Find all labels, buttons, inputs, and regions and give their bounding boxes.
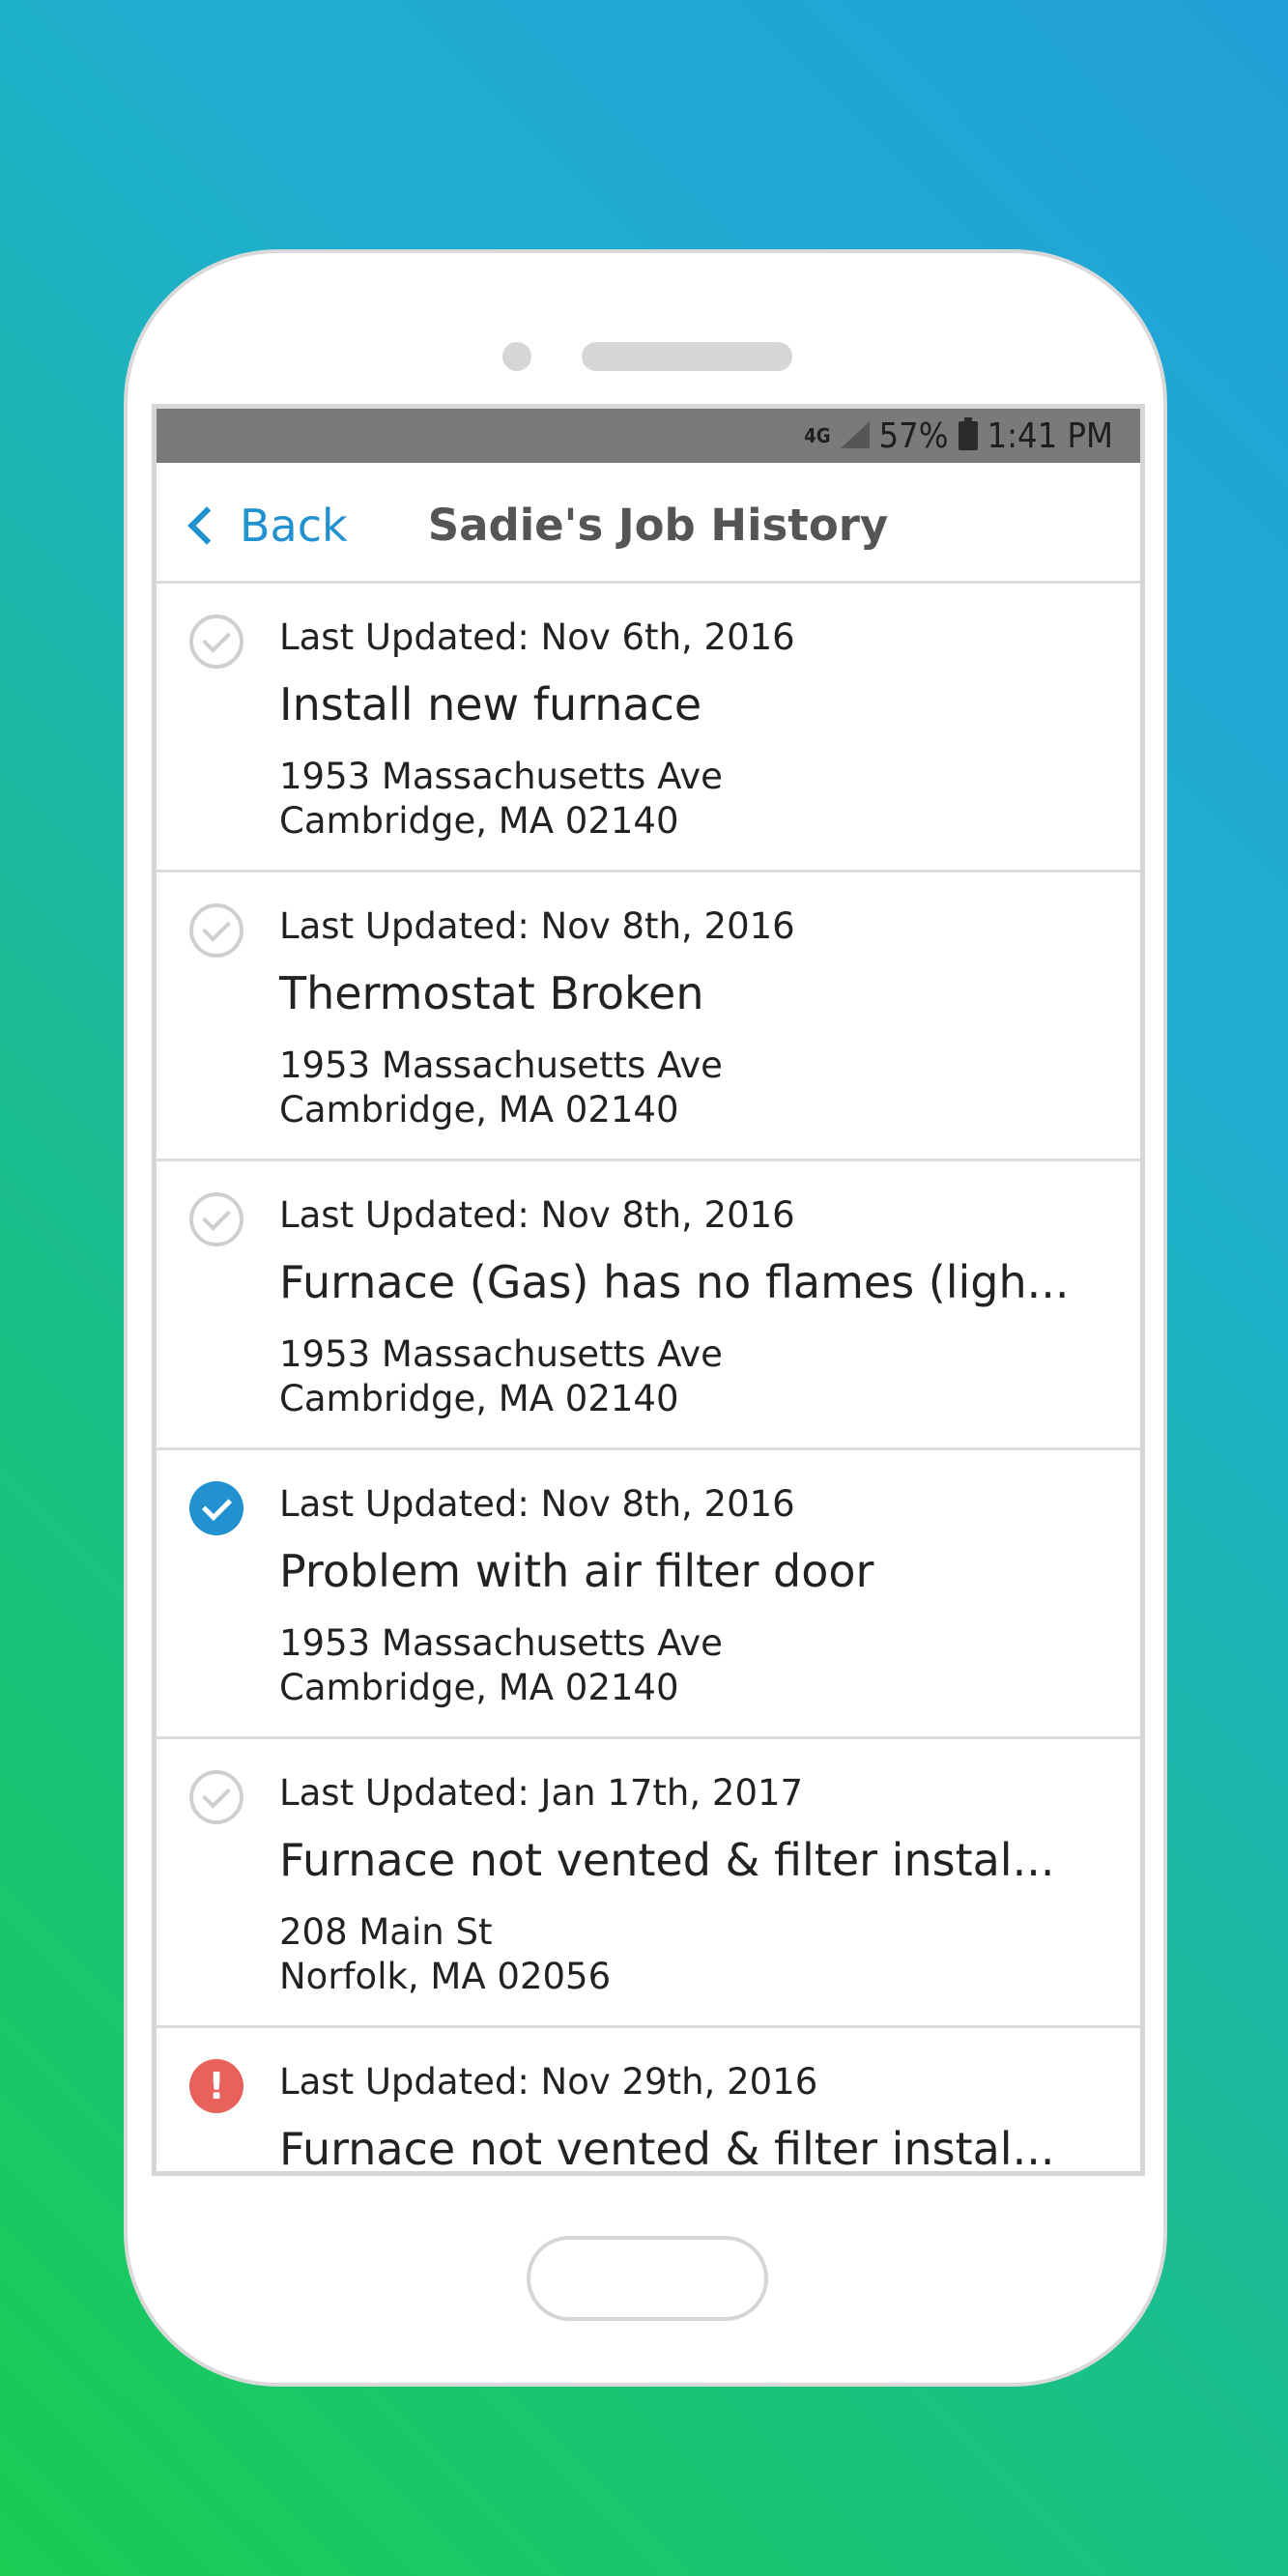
job-address-line2: Cambridge, MA 02140 — [279, 1378, 679, 1419]
earpiece-speaker — [582, 342, 792, 371]
clock: 1:41 PM — [987, 415, 1113, 456]
job-address-line1: 1953 Massachusetts Ave — [279, 1333, 723, 1375]
check-circle-outline-icon — [189, 1770, 243, 1824]
network-indicator: 4G — [804, 424, 831, 447]
job-updated: Last Updated: Jan 17th, 2017 — [279, 1772, 804, 1814]
front-camera — [502, 342, 531, 371]
job-title: Furnace (Gas) has no flames (ligh... — [279, 1256, 1070, 1308]
job-updated: Last Updated: Nov 29th, 2016 — [279, 2061, 818, 2103]
check-circle-outline-icon — [189, 1192, 243, 1246]
job-updated: Last Updated: Nov 8th, 2016 — [279, 1194, 795, 1236]
job-address-line2: Norfolk, MA 02056 — [279, 1956, 612, 1997]
home-button[interactable] — [527, 2236, 768, 2321]
job-title: Furnace not vented & filter instal... — [279, 1834, 1055, 1886]
job-item[interactable]: Last Updated: Nov 6th, 2016 Install new … — [157, 584, 1140, 873]
job-updated: Last Updated: Nov 8th, 2016 — [279, 905, 795, 947]
job-title: Install new furnace — [279, 678, 702, 730]
job-title: Furnace not vented & filter instal... — [279, 2123, 1055, 2175]
job-address-line2: Cambridge, MA 02140 — [279, 1667, 679, 1708]
job-item[interactable]: Last Updated: Nov 8th, 2016 Thermostat B… — [157, 873, 1140, 1161]
battery-icon — [958, 417, 978, 450]
job-address-line1: 1953 Massachusetts Ave — [279, 1045, 723, 1086]
job-item[interactable]: Last Updated: Jan 17th, 2017 Furnace not… — [157, 1739, 1140, 2028]
job-address-line1: 1953 Massachusetts Ave — [279, 1622, 723, 1664]
job-address-line1: 208 Main St — [279, 1911, 493, 1953]
job-item[interactable]: ! Last Updated: Nov 29th, 2016 Furnace n… — [157, 2028, 1140, 2175]
page-title: Sadie's Job History — [427, 500, 889, 551]
job-updated: Last Updated: Nov 8th, 2016 — [279, 1483, 795, 1525]
job-address-line2: Cambridge, MA 02140 — [279, 1089, 679, 1131]
job-address-line2: Cambridge, MA 02140 — [279, 800, 679, 842]
job-item[interactable]: Last Updated: Nov 8th, 2016 Furnace (Gas… — [157, 1161, 1140, 1450]
job-list: Last Updated: Nov 6th, 2016 Install new … — [157, 584, 1140, 2175]
job-title: Thermostat Broken — [279, 967, 704, 1019]
check-circle-outline-icon — [189, 615, 243, 669]
check-circle-outline-icon — [189, 903, 243, 958]
battery-percent: 57% — [878, 415, 949, 456]
job-updated: Last Updated: Nov 6th, 2016 — [279, 616, 795, 658]
check-circle-filled-icon — [189, 1481, 243, 1535]
signal-icon — [840, 421, 870, 450]
job-item[interactable]: Last Updated: Nov 8th, 2016 Problem with… — [157, 1450, 1140, 1739]
job-address-line1: 1953 Massachusetts Ave — [279, 756, 723, 797]
app-screen: 4G 57% 1:41 PM Back Sadie's Job History … — [152, 404, 1145, 2176]
status-bar: 4G 57% 1:41 PM — [157, 409, 1140, 463]
nav-bar: Back Sadie's Job History — [157, 463, 1140, 584]
exclamation-circle-icon: ! — [189, 2059, 243, 2113]
job-title: Problem with air filter door — [279, 1545, 874, 1597]
